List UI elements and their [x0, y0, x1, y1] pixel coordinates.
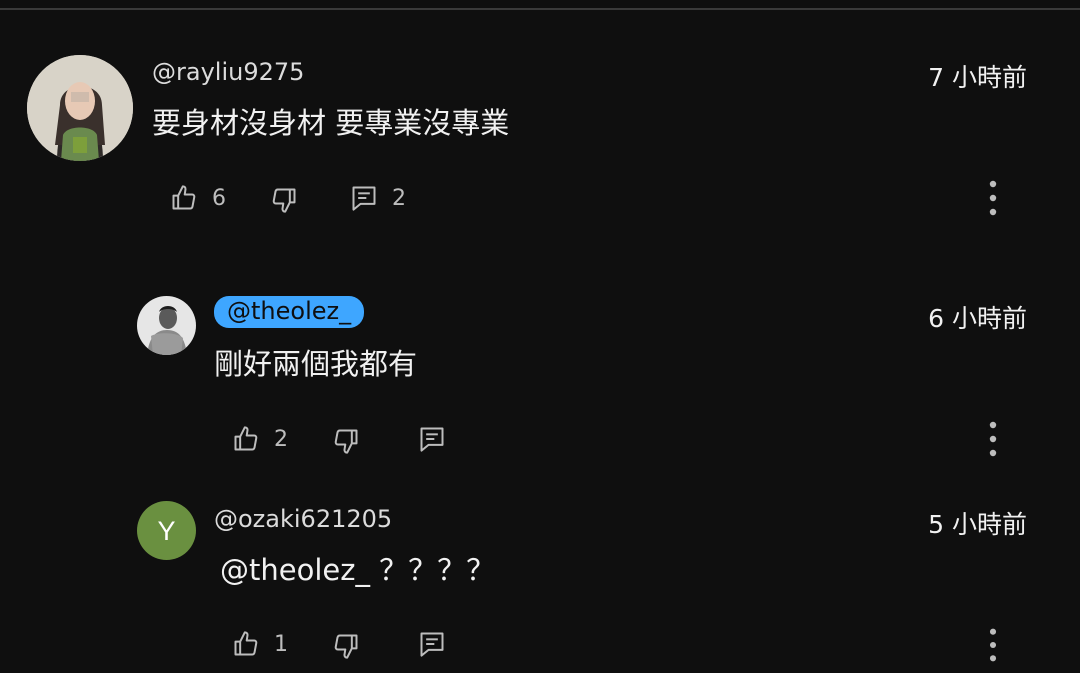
- reply-icon: [352, 186, 376, 211]
- like-button[interactable]: 2: [232, 421, 288, 457]
- comment-timestamp[interactable]: 5 小時前: [928, 510, 1027, 540]
- comment-thread: @rayliu9275 7 小時前 要身材沒身材 要專業沒專業 6 2: [0, 0, 1080, 260]
- comment-timestamp[interactable]: 7 小時前: [928, 63, 1027, 93]
- thumbs-down-icon: [272, 188, 296, 213]
- avatar[interactable]: [27, 55, 133, 161]
- comment-text: 剛好兩個我都有: [214, 347, 418, 381]
- avatar[interactable]: [137, 296, 196, 355]
- more-vert-icon[interactable]: [986, 419, 1000, 459]
- dislike-button[interactable]: [332, 423, 360, 459]
- avatar-letter: Y: [157, 516, 175, 546]
- comment-text: @theolez_ ？？？？: [220, 553, 496, 587]
- dislike-button[interactable]: [332, 628, 360, 664]
- avatar[interactable]: Y: [137, 501, 196, 560]
- comment-author[interactable]: @ozaki621205: [214, 505, 392, 533]
- like-button[interactable]: 1: [232, 626, 288, 662]
- reply-button[interactable]: [418, 626, 446, 662]
- like-count: 6: [212, 185, 226, 211]
- reply-button[interactable]: [418, 421, 446, 457]
- like-button[interactable]: 6: [170, 180, 226, 216]
- comment-text: 要身材沒身材 要專業沒專業: [152, 106, 510, 140]
- dislike-button[interactable]: [270, 182, 298, 218]
- thumbs-up-icon: [172, 185, 196, 210]
- thumbs-down-icon: [334, 429, 358, 454]
- thumbs-down-icon: [334, 634, 358, 659]
- like-count: 1: [274, 631, 288, 657]
- thumbs-up-icon: [234, 426, 258, 451]
- comment-author[interactable]: @rayliu9275: [152, 58, 304, 86]
- comment-author[interactable]: @theolez_: [214, 296, 365, 328]
- reply-count: 2: [392, 185, 406, 211]
- more-vert-icon[interactable]: [986, 626, 1000, 664]
- thumbs-up-icon: [234, 631, 258, 656]
- reply-icon: [420, 632, 444, 657]
- more-vert-icon[interactable]: [986, 178, 1000, 218]
- like-count: 2: [274, 426, 288, 452]
- reply-icon: [420, 427, 444, 452]
- reply-button[interactable]: 2: [350, 180, 406, 216]
- comment-timestamp[interactable]: 6 小時前: [928, 304, 1027, 334]
